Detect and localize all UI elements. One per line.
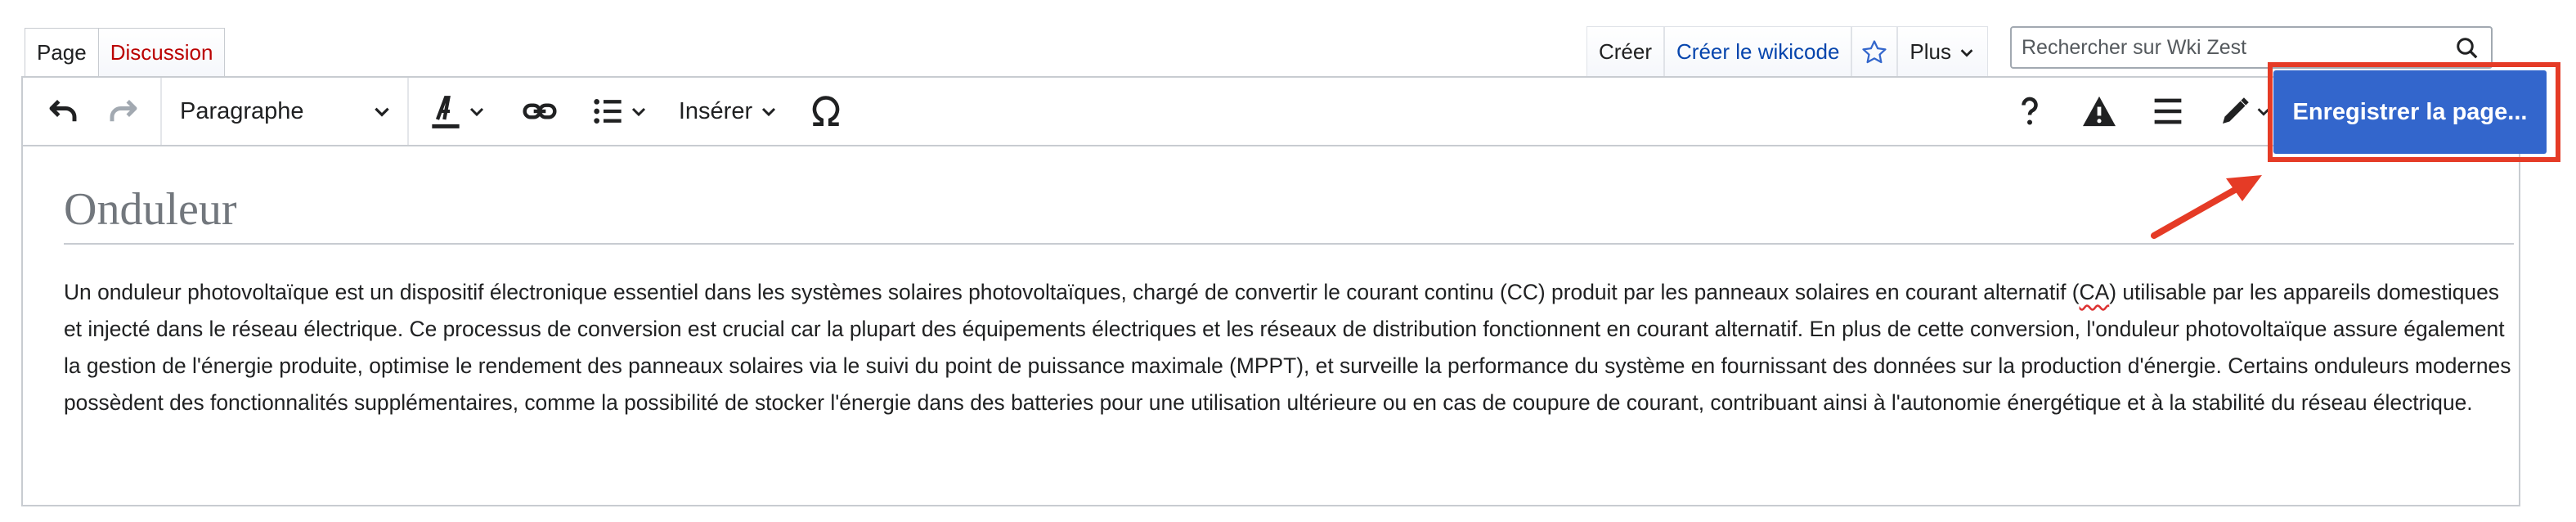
format-dropdown-label: Paragraphe [180, 97, 304, 124]
tab-create-label: Créer [1599, 39, 1653, 64]
pointer-arrow [2151, 175, 2262, 239]
body-text-part: Un onduleur photovoltaïque est un dispos… [64, 280, 2080, 304]
search-icon[interactable] [2455, 36, 2480, 61]
text-style-icon [432, 96, 460, 128]
tab-create-wikicode[interactable]: Créer le wikicode [1664, 26, 1852, 77]
view-tabs: Créer Créer le wikicode Plus [1586, 23, 1988, 77]
list-button[interactable] [579, 78, 661, 145]
page-tabs: Page Discussion [25, 28, 226, 77]
undo-button[interactable] [34, 78, 92, 145]
help-icon [2022, 97, 2038, 125]
help-button[interactable] [2005, 78, 2054, 145]
search-input[interactable]: Rechercher sur Wki Zest [2010, 26, 2493, 69]
insert-menu-label: Insérer [678, 97, 753, 124]
page-options-button[interactable] [2139, 78, 2197, 145]
chevron-down-icon [631, 107, 646, 117]
list-icon [594, 99, 622, 124]
special-character-icon [812, 96, 840, 127]
undo-icon [49, 100, 77, 122]
toolbar-separator [160, 78, 162, 145]
warning-icon [2083, 96, 2116, 127]
visual-editor: Paragraphe Insérer Onduleur Un onduleur … [21, 76, 2520, 506]
search-placeholder: Rechercher sur Wki Zest [2022, 35, 2247, 59]
save-page-button[interactable]: Enregistrer la page... [2273, 70, 2547, 154]
tab-create-wikicode-label: Créer le wikicode [1676, 39, 1840, 64]
warnings-button[interactable] [2071, 78, 2128, 145]
format-dropdown[interactable]: Paragraphe [170, 78, 406, 145]
watch-star-button[interactable] [1851, 26, 1898, 77]
link-icon [523, 103, 557, 119]
star-icon [1862, 39, 1887, 63]
tab-create[interactable]: Créer [1586, 26, 1665, 77]
chevron-down-icon [1960, 48, 1973, 57]
chevron-down-icon [2257, 108, 2270, 116]
toolbar-separator [407, 78, 409, 145]
editor-toolbar: Paragraphe Insérer [23, 78, 2519, 146]
tab-discussion[interactable]: Discussion [98, 28, 226, 77]
chevron-down-icon [375, 107, 389, 117]
more-menu-button[interactable]: Plus [1897, 26, 1988, 77]
redo-icon [110, 100, 137, 122]
tab-page-label: Page [37, 40, 87, 65]
text-style-button[interactable] [417, 78, 499, 145]
tab-discussion-label: Discussion [110, 40, 213, 65]
tab-page[interactable]: Page [25, 28, 99, 77]
spellcheck-word: CA [2079, 280, 2110, 304]
article-body[interactable]: Un onduleur photovoltaïque est un dispos… [64, 274, 2514, 421]
chevron-down-icon [469, 107, 484, 117]
link-button[interactable] [507, 78, 572, 145]
more-menu-label: Plus [1910, 39, 1951, 64]
chevron-down-icon [762, 107, 776, 117]
page-title[interactable]: Onduleur [64, 181, 2514, 245]
pencil-icon [2223, 97, 2249, 124]
special-character-button[interactable] [795, 78, 857, 145]
insert-menu-button[interactable]: Insérer [667, 78, 790, 145]
redo-button[interactable] [95, 78, 152, 145]
menu-icon [2154, 98, 2182, 124]
